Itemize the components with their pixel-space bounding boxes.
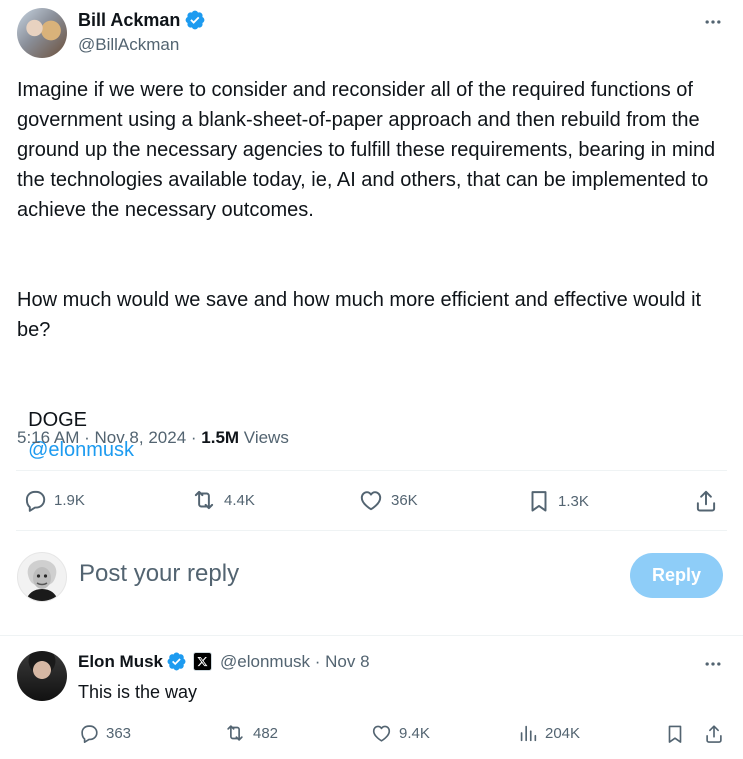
repost-icon	[190, 487, 218, 513]
author-name[interactable]: Bill Ackman	[78, 10, 180, 31]
reply-reply-count: 363	[106, 724, 132, 742]
author-handle[interactable]: @BillAckman	[78, 35, 179, 55]
verified-badge-icon	[184, 9, 206, 31]
x-logo-icon	[193, 652, 213, 671]
views-count: 1.5M	[201, 428, 240, 447]
reply-views-button[interactable]: 204K	[517, 722, 580, 744]
verified-badge-icon	[166, 651, 187, 672]
share-button[interactable]	[693, 487, 719, 515]
bookmark-count: 1.3K	[558, 492, 589, 510]
post-timestamp[interactable]: 5:16 AM · Nov 8, 2024 ·	[17, 428, 201, 447]
reply-repost-count: 482	[253, 724, 279, 742]
reply-reply-button[interactable]: 363	[78, 722, 131, 744]
author-avatar[interactable]	[17, 8, 67, 58]
reply-handle-date[interactable]: @elonmusk · Nov 8	[220, 652, 370, 672]
like-count: 36K	[391, 491, 418, 509]
bookmark-button[interactable]: 1.3K	[526, 487, 589, 515]
post-paragraph-1: Imagine if we were to consider and recon…	[17, 79, 721, 221]
reply-icon	[78, 722, 100, 744]
like-icon	[370, 722, 393, 744]
reply-bookmark-button[interactable]	[664, 722, 686, 746]
bookmark-icon	[664, 722, 686, 746]
repost-button[interactable]: 4.4K	[190, 487, 255, 513]
reply-share-button[interactable]	[703, 722, 725, 746]
share-icon	[693, 487, 719, 515]
reply-views-count: 204K	[545, 724, 581, 742]
reply-author-name[interactable]: Elon Musk	[78, 652, 163, 672]
reply-submit-label: Reply	[651, 565, 702, 585]
current-user-avatar[interactable]	[17, 552, 67, 602]
post-tag-line: DOGE @elonmusk	[17, 375, 134, 465]
views-label: Views	[239, 428, 289, 447]
reply-count: 1.9K	[54, 491, 85, 509]
reply-submit-button[interactable]: Reply	[630, 553, 723, 598]
reply-repost-button[interactable]: 482	[223, 722, 278, 744]
views-icon	[517, 722, 539, 744]
reply-icon	[22, 487, 48, 513]
like-button[interactable]: 36K	[357, 487, 418, 513]
bookmark-icon	[526, 487, 552, 515]
repost-count: 4.4K	[224, 491, 255, 509]
repost-icon	[223, 722, 247, 744]
more-icon[interactable]	[703, 12, 723, 37]
reply-author-avatar[interactable]	[17, 651, 67, 701]
like-icon	[357, 487, 385, 513]
reply-like-count: 9.4K	[399, 724, 430, 742]
reply-like-button[interactable]: 9.4K	[370, 722, 430, 744]
reply-text: This is the way	[78, 682, 198, 702]
reply-button[interactable]: 1.9K	[22, 487, 85, 513]
post-paragraph-2: How much would we save and how much more…	[17, 289, 707, 341]
reply-more-icon[interactable]	[703, 654, 723, 679]
reply-input[interactable]: Post your reply	[79, 560, 239, 588]
share-icon	[703, 722, 725, 746]
post-meta: 5:16 AM · Nov 8, 2024 · 1.5M Views	[17, 428, 289, 448]
